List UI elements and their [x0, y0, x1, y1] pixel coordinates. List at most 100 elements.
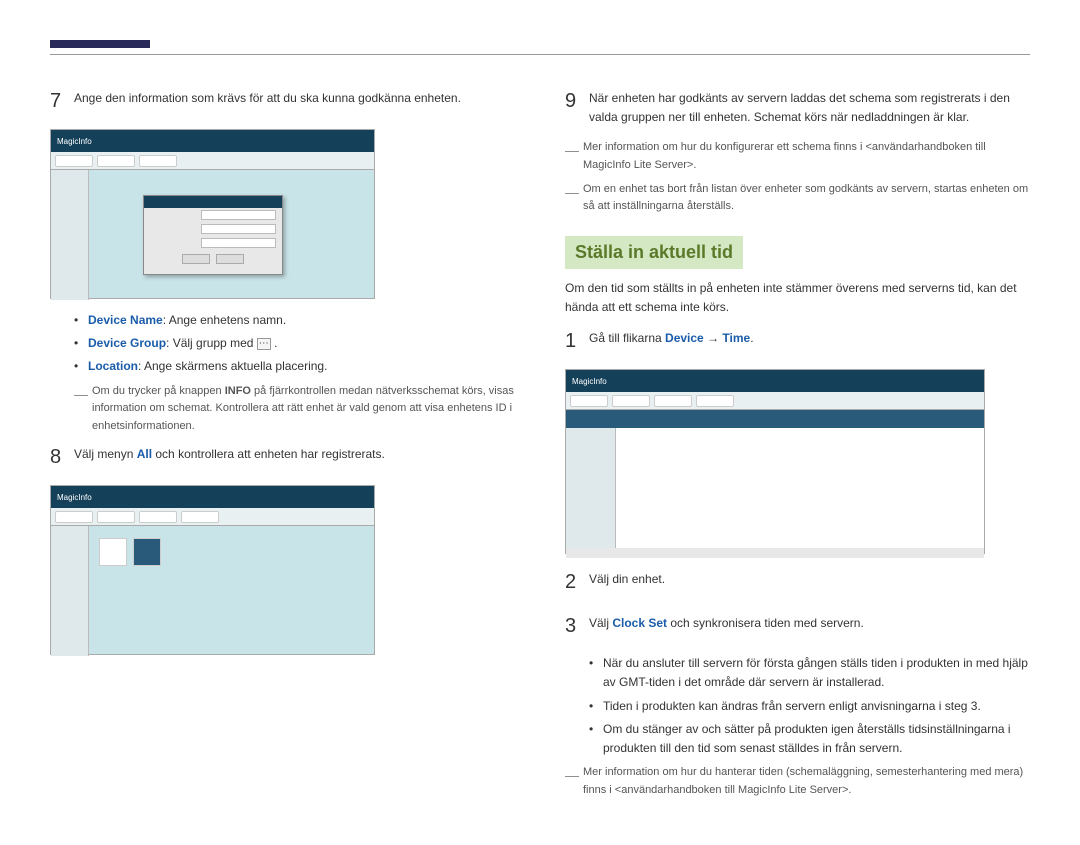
keyword: All [137, 447, 152, 461]
device-thumbnail [133, 538, 161, 566]
step-number: 3 [565, 610, 589, 642]
step-9: 9 När enheten har godkänts av servern la… [565, 85, 1030, 127]
step-text: När enheten har godkänts av servern ladd… [589, 85, 1030, 127]
dialog-input [201, 210, 276, 220]
step-text: Gå till flikarna Device → Time. [589, 325, 1030, 357]
screenshot-toolbar [566, 392, 984, 410]
step-1: 1 Gå till flikarna Device → Time. [565, 325, 1030, 357]
section-title: Ställa in aktuell tid [565, 236, 743, 269]
header-divider [50, 54, 1030, 55]
step-text: Ange den information som krävs för att d… [74, 85, 515, 117]
left-column: 7 Ange den information som krävs för att… [50, 85, 515, 805]
step-text: Välj din enhet. [589, 566, 1030, 598]
bullet-marker: • [589, 697, 603, 716]
keyword: Time [722, 331, 750, 345]
screenshot-device-time: MagicInfo [565, 369, 985, 554]
two-column-layout: 7 Ange den information som krävs för att… [50, 85, 1030, 805]
toolbar-button [181, 511, 219, 523]
keyword: Device [665, 331, 704, 345]
toolbar-button [97, 155, 135, 167]
dialog-ok-button [182, 254, 210, 264]
step-3: 3 Välj Clock Set och synkronisera tiden … [565, 610, 1030, 642]
screenshot-body [51, 170, 374, 300]
note-dash-icon: ― [74, 383, 92, 436]
step-number: 7 [50, 85, 74, 117]
section-intro: Om den tid som ställts in på enheten int… [565, 279, 1030, 317]
keyword: Clock Set [612, 616, 667, 630]
screenshot-logo: MagicInfo [572, 377, 607, 386]
toolbar-button [55, 155, 93, 167]
toolbar-button [139, 511, 177, 523]
step-7: 7 Ange den information som krävs för att… [50, 85, 515, 117]
right-column: 9 När enheten har godkänts av servern la… [565, 85, 1030, 805]
bullet-text: Om du stänger av och sätter på produkten… [603, 720, 1030, 758]
toolbar-button [654, 395, 692, 407]
toolbar-button [570, 395, 608, 407]
bullet-time-reset: • Om du stänger av och sätter på produkt… [589, 720, 1030, 758]
screenshot-titlebar: MagicInfo [566, 370, 984, 392]
note-text: Om du trycker på knappen INFO på fjärrko… [92, 383, 515, 436]
step-2: 2 Välj din enhet. [565, 566, 1030, 598]
bullet-marker: • [589, 654, 603, 692]
keyword: Location [88, 359, 138, 373]
bullet-location: • Location: Ange skärmens aktuella place… [74, 357, 515, 376]
keyword: Device Group [88, 336, 166, 350]
bullet-gmt-time: • När du ansluter till servern för först… [589, 654, 1030, 692]
bullet-text: Device Name: Ange enhetens namn. [88, 311, 286, 330]
bullet-text: Location: Ange skärmens aktuella placeri… [88, 357, 327, 376]
bullet-text: Tiden i produkten kan ändras från server… [603, 697, 981, 716]
toolbar-button [97, 511, 135, 523]
note-schema-info: ― Mer information om hur du konfigurerar… [565, 139, 1030, 174]
bullet-device-group: • Device Group: Välj grupp med . [74, 334, 515, 353]
screenshot-footer [566, 548, 984, 558]
header-accent-bar [50, 40, 150, 48]
screenshot-titlebar: MagicInfo [51, 486, 374, 508]
screenshot-toolbar [51, 508, 374, 526]
screenshot-approve-dialog: MagicInfo [50, 129, 375, 299]
note-dash-icon: ― [565, 139, 583, 174]
note-text: Mer information om hur du hanterar tiden… [583, 764, 1030, 799]
bullet-time-change: • Tiden i produkten kan ändras från serv… [589, 697, 1030, 716]
keyword: Device Name [88, 313, 163, 327]
dialog-titlebar [144, 196, 282, 208]
screenshot-sidebar [566, 428, 616, 548]
screenshot-logo: MagicInfo [57, 137, 92, 146]
note-dash-icon: ― [565, 764, 583, 799]
note-dash-icon: ― [565, 181, 583, 216]
bullet-marker: • [74, 311, 88, 330]
ellipsis-button-icon [257, 338, 271, 350]
toolbar-button [696, 395, 734, 407]
screenshot-sidebar [51, 170, 89, 300]
dialog-cancel-button [216, 254, 244, 264]
toolbar-button [139, 155, 177, 167]
step-number: 1 [565, 325, 589, 357]
bullet-marker: • [74, 334, 88, 353]
dialog-input [201, 224, 276, 234]
screenshot-logo: MagicInfo [57, 493, 92, 502]
bullet-marker: • [74, 357, 88, 376]
bullet-text: När du ansluter till servern för första … [603, 654, 1030, 692]
toolbar-button [612, 395, 650, 407]
screenshot-body [51, 526, 374, 656]
step-number: 9 [565, 85, 589, 127]
screenshot-toolbar [51, 152, 374, 170]
device-thumbnail [99, 538, 127, 566]
step-number: 8 [50, 441, 74, 473]
screenshot-all-menu: MagicInfo [50, 485, 375, 655]
note-time-management: ― Mer information om hur du hanterar tid… [565, 764, 1030, 799]
bold: INFO [225, 385, 251, 397]
step-8: 8 Välj menyn All och kontrollera att enh… [50, 441, 515, 473]
step-text: Välj Clock Set och synkronisera tiden me… [589, 610, 1030, 642]
bullet-device-name: • Device Name: Ange enhetens namn. [74, 311, 515, 330]
note-info-button: ― Om du trycker på knappen INFO på fjärr… [74, 383, 515, 436]
screenshot-subheader [566, 410, 984, 428]
note-device-removed: ― Om en enhet tas bort från listan över … [565, 181, 1030, 216]
screenshot-sidebar [51, 526, 89, 656]
screenshot-content [566, 428, 984, 548]
dialog-input [201, 238, 276, 248]
bullet-marker: • [589, 720, 603, 758]
note-text: Om en enhet tas bort från listan över en… [583, 181, 1030, 216]
step-number: 2 [565, 566, 589, 598]
step-text: Välj menyn All och kontrollera att enhet… [74, 441, 515, 473]
screenshot-titlebar: MagicInfo [51, 130, 374, 152]
